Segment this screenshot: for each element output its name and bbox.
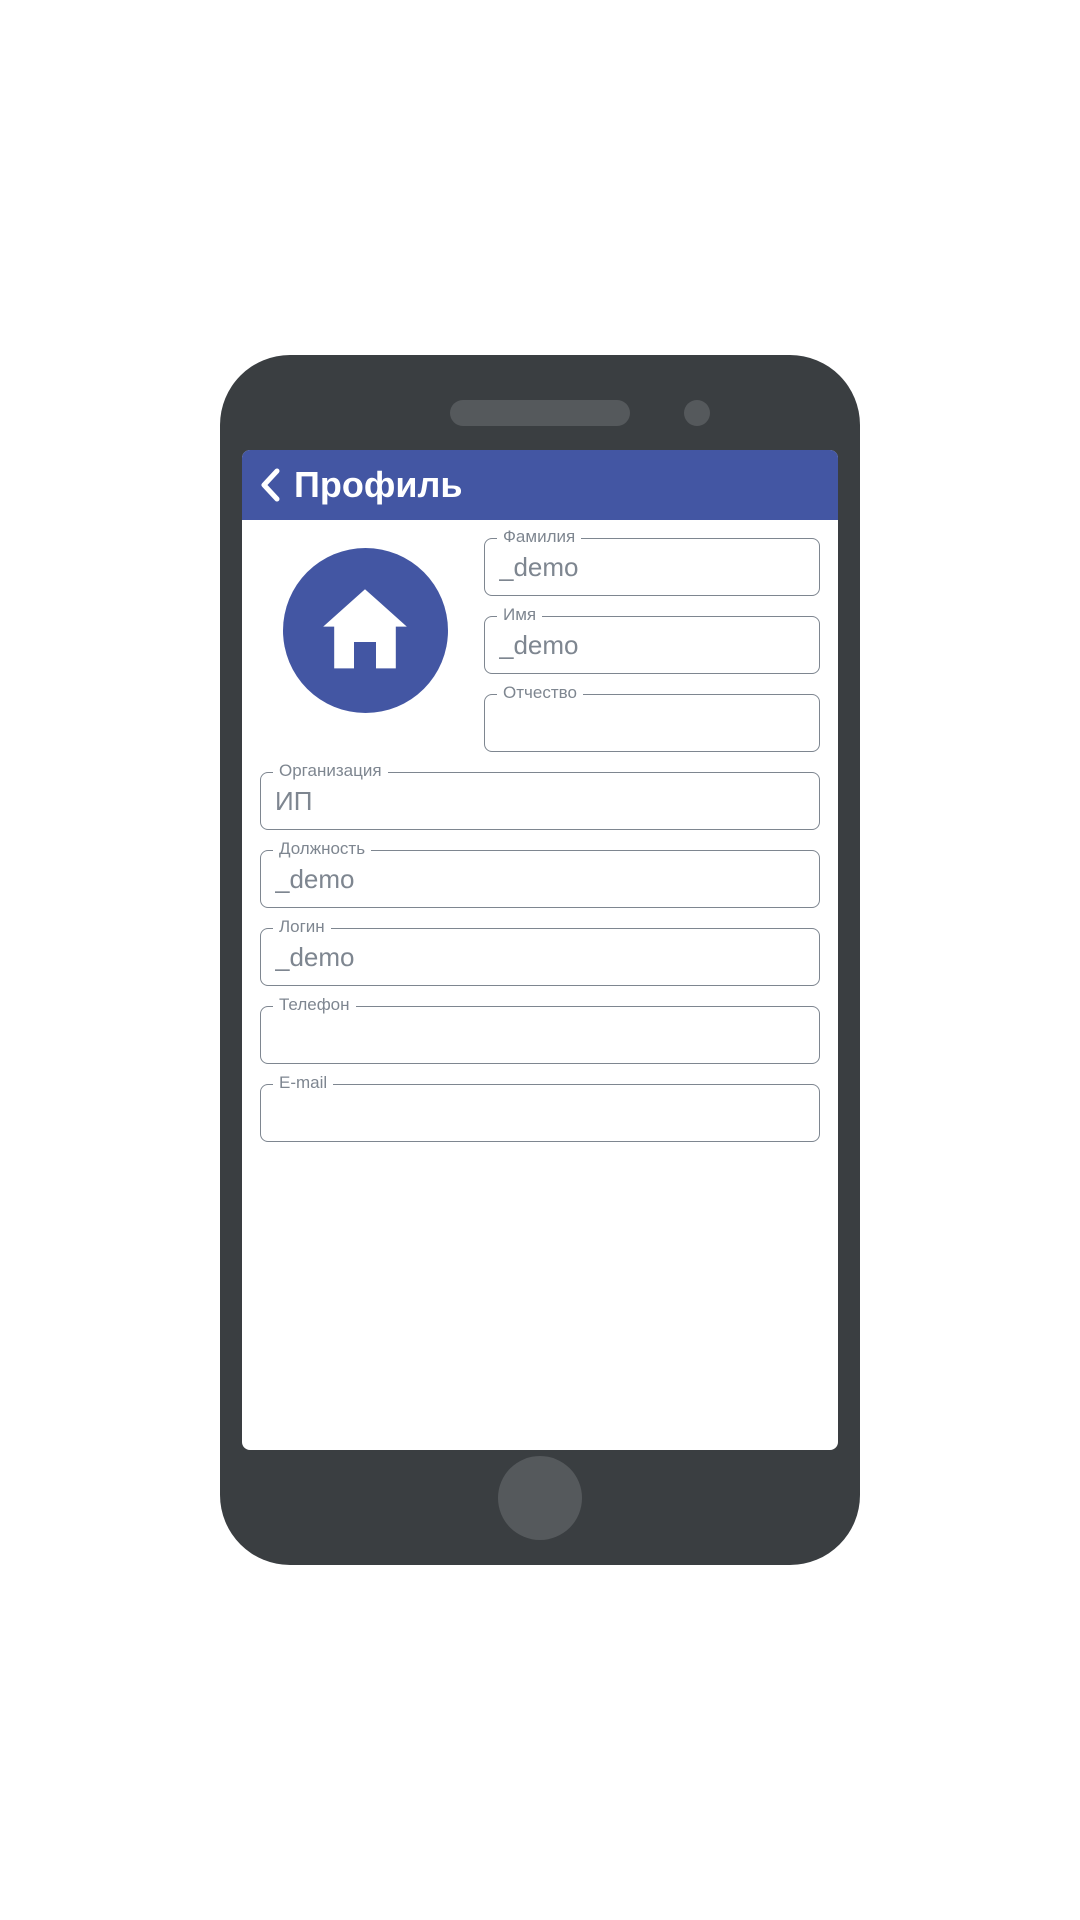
organization-input[interactable] [275,786,805,817]
screen: Профиль Фамилия Имя [242,450,838,1450]
top-fields: Фамилия Имя Отчество [484,538,820,752]
avatar-container [260,538,470,752]
position-field-group: Должность [260,850,820,908]
organization-field-group: Организация [260,772,820,830]
home-icon [310,576,420,686]
position-input[interactable] [275,864,805,895]
phone-label: Телефон [273,996,356,1013]
patronymic-field-group: Отчество [484,694,820,752]
app-header: Профиль [242,450,838,520]
login-field-group: Логин [260,928,820,986]
page-title: Профиль [294,464,463,506]
firstname-field-group: Имя [484,616,820,674]
organization-label: Организация [273,762,388,779]
speaker-slot [450,400,630,426]
phone-input[interactable] [275,1020,805,1051]
top-row: Фамилия Имя Отчество [260,538,820,752]
lastname-field-group: Фамилия [484,538,820,596]
patronymic-label: Отчество [497,684,583,701]
firstname-input[interactable] [499,630,805,661]
phone-field-group: Телефон [260,1006,820,1064]
email-field-group: E-mail [260,1084,820,1142]
login-input[interactable] [275,942,805,973]
email-input[interactable] [275,1098,805,1129]
front-camera [684,400,710,426]
email-label: E-mail [273,1074,333,1091]
lastname-label: Фамилия [497,528,581,545]
back-button[interactable] [252,465,288,505]
phone-frame: Профиль Фамилия Имя [220,355,860,1565]
phone-bottom [498,1450,582,1545]
position-label: Должность [273,840,371,857]
phone-top-bar [240,375,840,450]
lastname-input[interactable] [499,552,805,583]
patronymic-input[interactable] [499,708,805,739]
login-label: Логин [273,918,331,935]
avatar[interactable] [283,548,448,713]
home-button[interactable] [498,1456,582,1540]
full-fields: Организация Должность Логин Телефон E-ma… [260,772,820,1142]
profile-form: Фамилия Имя Отчество Организация [242,520,838,1142]
chevron-left-icon [259,468,281,502]
firstname-label: Имя [497,606,542,623]
